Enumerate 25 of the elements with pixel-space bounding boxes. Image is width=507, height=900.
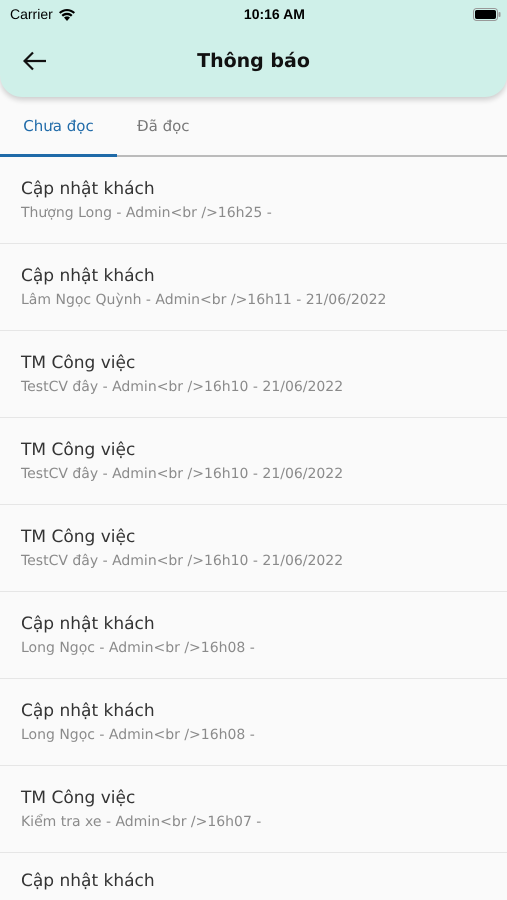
notification-detail: TestCV đây - Admin<br />16h10 - 21/06/2022 (21, 379, 344, 395)
notification-title[interactable]: TM Công việc (21, 788, 507, 808)
tab[interactable]: Chưa đọc (0, 97, 117, 157)
notification-title[interactable]: Cập nhật khách (21, 871, 507, 891)
notification-title[interactable]: TM Công việc (21, 440, 507, 460)
tab[interactable]: Đã đọc (117, 97, 210, 157)
notification-detail: Long Ngọc - Admin<br />16h08 - (21, 640, 256, 656)
notification-title[interactable]: TM Công việc (21, 527, 507, 547)
carrier-label: Carrier (10, 6, 53, 22)
notification-title[interactable]: Cập nhật khách (21, 266, 507, 286)
notification-detail: TestCV đây - Admin<br />16h10 - 21/06/2022 (21, 553, 344, 569)
status-time: 10:16 AM (244, 6, 305, 22)
screen-title: Thông báo (196, 50, 311, 72)
notification-title[interactable]: Cập nhật khách (21, 701, 507, 721)
notification-detail: Long Ngọc - Admin<br />16h08 - (21, 727, 256, 743)
wifi-icon (58, 8, 76, 20)
notification-title[interactable]: Cập nhật khách (21, 614, 507, 634)
notification-title[interactable]: Cập nhật khách (21, 179, 507, 199)
notification-detail: Thượng Long - Admin<br />16h25 - (21, 205, 273, 221)
notification-detail: TestCV đây - Admin<br />16h10 - 21/06/2022 (21, 466, 344, 482)
battery-icon (472, 8, 501, 20)
notification-detail: Lâm Ngọc Quỳnh - Admin<br />16h11 - 21/06/2022 (21, 292, 388, 308)
notification-detail: Kiểm tra xe - Admin<br />16h07 - (21, 814, 262, 830)
notification-title[interactable]: TM Công việc (21, 353, 507, 373)
back-arrow-icon (23, 51, 47, 71)
